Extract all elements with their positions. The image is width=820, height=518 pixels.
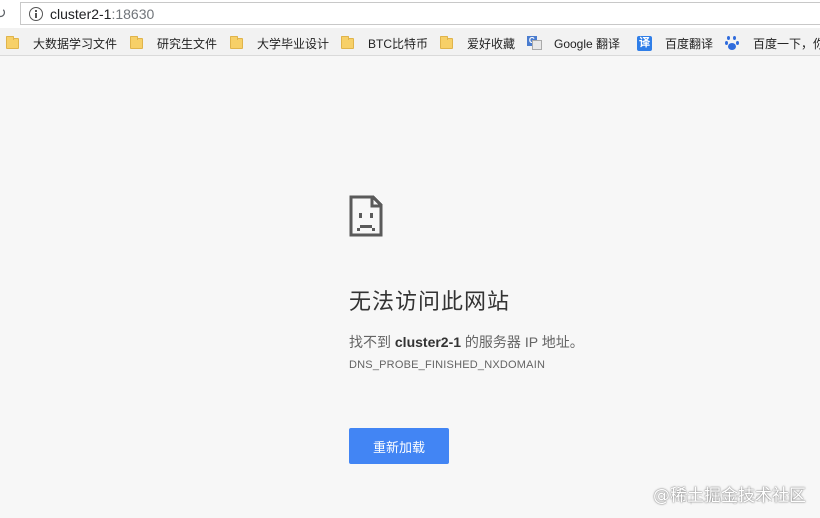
- watermark-text: @稀土掘金技术社区: [653, 486, 806, 506]
- bookmark-grad-files[interactable]: 研究生文件: [130, 34, 217, 52]
- bookmark-label: BTC比特币: [368, 36, 429, 51]
- address-bar[interactable]: cluster2-1:18630: [20, 2, 820, 25]
- bookmark-baidu-translate[interactable]: 译 百度翻译: [637, 34, 713, 52]
- folder-icon: [341, 35, 354, 49]
- error-headline: 无法访问此网站: [349, 290, 511, 315]
- bookmark-label: 大数据学习文件: [33, 36, 118, 51]
- bookmark-google-translate[interactable]: G Google 翻译: [527, 34, 620, 52]
- browser-toolbar: ↻ cluster2-1:18630: [0, 0, 820, 28]
- desc-host: cluster2-1: [394, 334, 462, 350]
- error-description: 找不到 cluster2-1 的服务器 IP 地址。: [349, 332, 584, 352]
- desc-suffix: 的服务器 IP 地址。: [461, 334, 584, 350]
- sad-page-icon: [349, 195, 383, 237]
- bookmark-label: 大学毕业设计: [257, 36, 330, 51]
- bookmark-hobbies[interactable]: 爱好收藏: [440, 34, 515, 52]
- reload-button[interactable]: 重新加载: [349, 428, 449, 464]
- baidu-paw-icon: [725, 36, 739, 50]
- bookmark-label: Google 翻译: [554, 36, 621, 51]
- bookmark-label: 百度一下，你: [753, 36, 820, 51]
- bookmark-label: 百度翻译: [665, 36, 714, 51]
- bookmark-baidu-search[interactable]: 百度一下，你: [725, 34, 820, 52]
- url-port: :18630: [111, 5, 155, 22]
- reload-icon[interactable]: ↻: [0, 4, 12, 22]
- url-host: cluster2-1: [50, 5, 112, 22]
- bookmark-btc[interactable]: BTC比特币: [341, 34, 428, 52]
- folder-icon: [230, 35, 243, 49]
- folder-icon: [440, 35, 453, 49]
- baidu-translate-icon: 译: [637, 35, 652, 51]
- google-translate-icon: G: [527, 36, 542, 50]
- error-code: DNS_PROBE_FINISHED_NXDOMAIN: [349, 359, 546, 371]
- bookmark-graduation-project[interactable]: 大学毕业设计: [230, 34, 329, 52]
- bookmark-label: 爱好收藏: [467, 36, 516, 51]
- url-text[interactable]: cluster2-1:18630: [50, 6, 154, 22]
- desc-prefix: 找不到: [349, 334, 395, 350]
- folder-icon: [6, 35, 19, 49]
- info-icon[interactable]: [29, 6, 43, 21]
- bookmark-big-data[interactable]: 大数据学习文件: [6, 34, 117, 52]
- folder-icon: [130, 35, 143, 49]
- bookmarks-bar: 大数据学习文件 研究生文件 大学毕业设计 BTC比特币 爱好收藏 G Googl…: [0, 28, 820, 56]
- bookmark-label: 研究生文件: [157, 36, 218, 51]
